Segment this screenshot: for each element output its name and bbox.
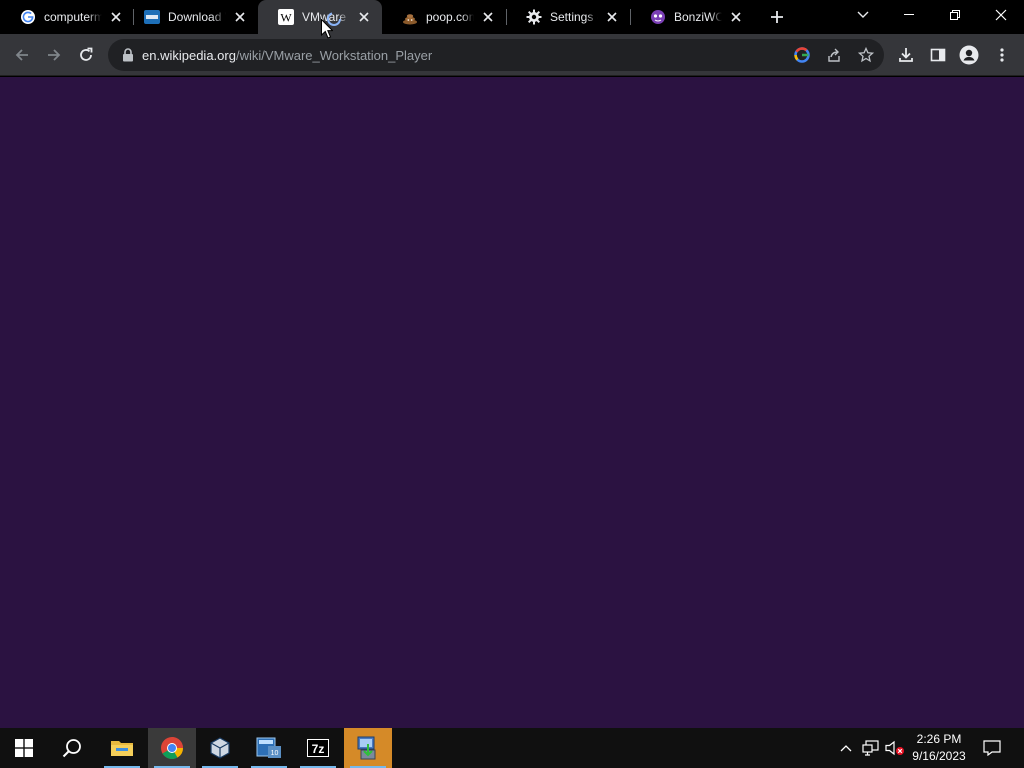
tab-title: computerme xyxy=(44,10,102,24)
tab-search-button[interactable] xyxy=(852,4,874,26)
tab-title: poop.com xyxy=(426,10,474,24)
taskbar-clock[interactable]: 2:26 PM 9/16/2023 xyxy=(906,731,972,765)
close-icon[interactable] xyxy=(232,9,248,25)
tab-title: Download VMware xyxy=(168,10,226,24)
tab-bonziworld[interactable]: BonziWORLD xyxy=(630,0,754,34)
forward-button[interactable] xyxy=(42,43,66,67)
close-icon[interactable] xyxy=(604,9,620,25)
chevron-down-icon xyxy=(857,11,869,18)
reload-icon xyxy=(80,47,93,61)
search-icon xyxy=(62,739,81,758)
windows-taskbar: 10 7z 2:26 PM 9/16/2023 xyxy=(0,728,1024,768)
mouse-cursor-icon xyxy=(321,18,334,39)
download-icon xyxy=(899,48,913,62)
search-button[interactable] xyxy=(48,728,96,768)
close-icon[interactable] xyxy=(356,9,372,25)
profile-button[interactable] xyxy=(957,43,981,67)
taskbar-calculator[interactable]: 10 xyxy=(245,728,293,768)
tab-computerme[interactable]: computerme xyxy=(0,0,134,34)
google-icon xyxy=(20,9,36,25)
minimize-icon xyxy=(904,14,914,15)
clock-time: 2:26 PM xyxy=(916,732,962,746)
chevron-up-icon xyxy=(840,745,852,752)
address-bar[interactable]: en.wikipedia.org/wiki/VMware_Workstation… xyxy=(108,39,884,71)
notifications-button[interactable] xyxy=(980,728,1004,768)
page-content[interactable] xyxy=(0,77,1024,728)
side-panel-button[interactable] xyxy=(926,43,950,67)
bonzi-icon xyxy=(650,9,666,25)
url-text[interactable]: en.wikipedia.org/wiki/VMware_Workstation… xyxy=(142,48,432,63)
svg-text:10: 10 xyxy=(271,750,279,757)
share-icon[interactable] xyxy=(822,43,846,67)
back-button[interactable] xyxy=(10,43,34,67)
tab-download-vmware[interactable]: Download VMware xyxy=(124,0,258,34)
installer-icon xyxy=(357,736,376,760)
wikipedia-icon: W xyxy=(278,9,294,25)
gear-icon xyxy=(526,9,542,25)
chrome-icon xyxy=(161,737,183,759)
side-panel-icon xyxy=(930,48,946,62)
arrow-left-icon xyxy=(15,49,28,61)
profile-icon xyxy=(959,45,979,65)
windows-logo-icon xyxy=(15,739,33,757)
url-host: en.wikipedia.org xyxy=(142,47,236,63)
plus-icon xyxy=(771,11,783,23)
downloads-button[interactable] xyxy=(894,43,918,67)
tab-title: Settings - A xyxy=(550,10,598,24)
volume-muted-icon xyxy=(885,740,904,756)
restore-button[interactable] xyxy=(932,0,978,30)
tab-poop[interactable]: poop.com xyxy=(382,0,506,34)
tab-title: BonziWORLD xyxy=(674,10,722,24)
calculator-icon: 10 xyxy=(256,737,281,758)
google-lens-icon[interactable] xyxy=(790,43,814,67)
close-icon[interactable] xyxy=(480,9,496,25)
arrow-right-icon xyxy=(48,49,61,61)
bookmark-star-icon[interactable] xyxy=(854,43,878,67)
poop-icon xyxy=(402,9,418,25)
virtualbox-icon xyxy=(210,737,230,759)
tab-settings[interactable]: Settings - A xyxy=(506,0,630,34)
taskbar-virtualbox[interactable] xyxy=(196,728,244,768)
close-icon[interactable] xyxy=(728,9,744,25)
chrome-menu-button[interactable] xyxy=(990,43,1014,67)
taskbar-7zip[interactable]: 7z xyxy=(294,728,342,768)
network-button[interactable] xyxy=(860,728,882,768)
close-icon[interactable] xyxy=(108,9,124,25)
network-icon xyxy=(862,740,879,756)
reload-button[interactable] xyxy=(74,43,98,67)
taskbar-installer[interactable] xyxy=(344,728,392,768)
svg-text:7z: 7z xyxy=(312,742,325,756)
clock-date: 9/16/2023 xyxy=(912,749,966,763)
svg-text:W: W xyxy=(280,11,292,25)
kebab-menu-icon xyxy=(1000,48,1004,62)
minimize-button[interactable] xyxy=(886,0,932,30)
close-window-button[interactable] xyxy=(978,0,1024,30)
action-center-icon xyxy=(983,740,1001,756)
vmware-icon xyxy=(144,9,160,25)
volume-button[interactable] xyxy=(884,728,906,768)
lock-icon[interactable] xyxy=(120,47,136,63)
close-icon xyxy=(995,9,1007,21)
tab-vmware-workstation[interactable]: W VMware Wo xyxy=(258,0,382,34)
show-hidden-icons-button[interactable] xyxy=(836,728,856,768)
tab-strip: computerme Download VMware W VMware Wo xyxy=(0,0,1024,34)
taskbar-chrome[interactable] xyxy=(148,728,196,768)
url-path: /wiki/VMware_Workstation_Player xyxy=(235,47,433,63)
start-button[interactable] xyxy=(0,728,48,768)
browser-toolbar: en.wikipedia.org/wiki/VMware_Workstation… xyxy=(0,34,1024,76)
file-explorer-icon xyxy=(111,741,133,756)
7zip-icon: 7z xyxy=(307,739,329,757)
new-tab-button[interactable] xyxy=(765,5,789,29)
taskbar-file-explorer[interactable] xyxy=(98,728,146,768)
restore-icon xyxy=(950,10,960,20)
